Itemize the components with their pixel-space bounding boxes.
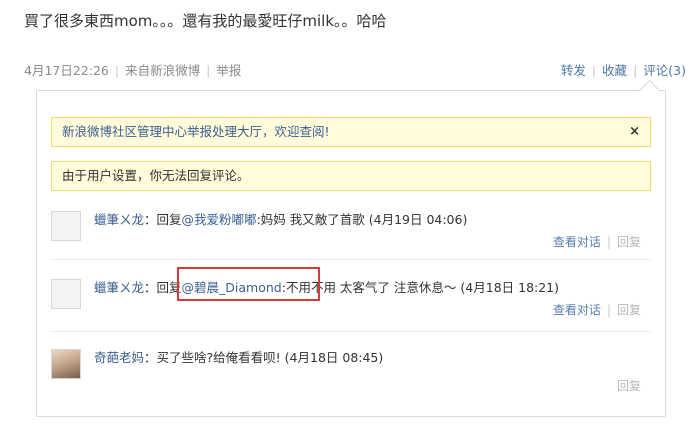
avatar[interactable] [51, 211, 81, 241]
view-conversation-link[interactable]: 查看对话 [553, 303, 601, 317]
comment-time: (4月18日 18:21) [460, 280, 560, 295]
comment-ops: 回复 [617, 377, 641, 394]
forward-link[interactable]: 转发 [561, 63, 586, 78]
no-reply-notice: 由于用户设置，你无法回复评论。 [51, 161, 651, 191]
post-meta: 4月17日22:26 | 来自新浪微博 | 举报 [24, 63, 242, 78]
comment-panel: 新浪微博社区管理中心举报处理大厅，欢迎查阅! × 由于用户设置，你无法回复评论。… [36, 79, 666, 417]
avatar[interactable] [51, 279, 81, 309]
report-hall-link[interactable]: 新浪微博社区管理中心举报处理大厅，欢迎查阅! [62, 124, 330, 139]
post-time-link[interactable]: 4月17日22:26 [24, 63, 109, 78]
commenter-name[interactable]: 蠟筆ㄨ龙 [94, 212, 144, 227]
comment-time: (4月19日 04:06) [368, 212, 468, 227]
commenter-name[interactable]: 奇葩老妈 [94, 350, 144, 365]
mention-link[interactable]: @我爱粉嘟嘟 [182, 212, 257, 227]
view-conversation-link[interactable]: 查看对话 [553, 235, 601, 249]
comment-time: (4月18日 08:45) [284, 350, 384, 365]
panel-arrow [638, 79, 661, 102]
divider [51, 259, 651, 260]
post-actions: 转发 | 收藏 | 评论(3) [560, 63, 686, 78]
comment-item: 蠟筆ㄨ龙：回复@我爱粉嘟嘟:妈妈 我又敵了首歌 (4月19日 04:06) 查看… [51, 209, 651, 279]
comment-item: 蠟筆ㄨ龙：回复@碧晨_Diamond:不用不用 太客气了 注意休息～ (4月18… [51, 277, 651, 347]
post-source: 来自新浪微博 [125, 63, 201, 78]
reply-link: 回复 [616, 235, 641, 249]
reply-link: 回复 [616, 303, 641, 317]
comment-link[interactable]: 评论(3) [643, 63, 686, 78]
report-link[interactable]: 举报 [216, 63, 241, 78]
close-icon[interactable]: × [629, 118, 640, 146]
post-text: 買了很多東西mom。。。還有我的最愛旺仔milk。。哈哈 [24, 12, 387, 30]
highlight-box [177, 267, 320, 301]
favorite-link[interactable]: 收藏 [602, 63, 627, 78]
comment-text: ：买了些啥?给俺看看呗! [144, 350, 281, 365]
reply-prefix: 回复 [156, 212, 182, 227]
reply-link: 回复 [616, 379, 641, 393]
avatar[interactable] [51, 349, 81, 379]
commenter-name[interactable]: 蠟筆ㄨ龙 [94, 280, 144, 295]
comment-item: 奇葩老妈：买了些啥?给俺看看呗! (4月18日 08:45) 回复 [51, 347, 651, 417]
comment-ops: 查看对话 | 回复 [552, 303, 641, 317]
report-hall-notice: 新浪微博社区管理中心举报处理大厅，欢迎查阅! × [51, 117, 651, 147]
comment-ops: 查看对话 | 回复 [552, 235, 641, 249]
divider [51, 331, 651, 332]
comment-text: :妈妈 我又敵了首歌 [256, 212, 365, 227]
